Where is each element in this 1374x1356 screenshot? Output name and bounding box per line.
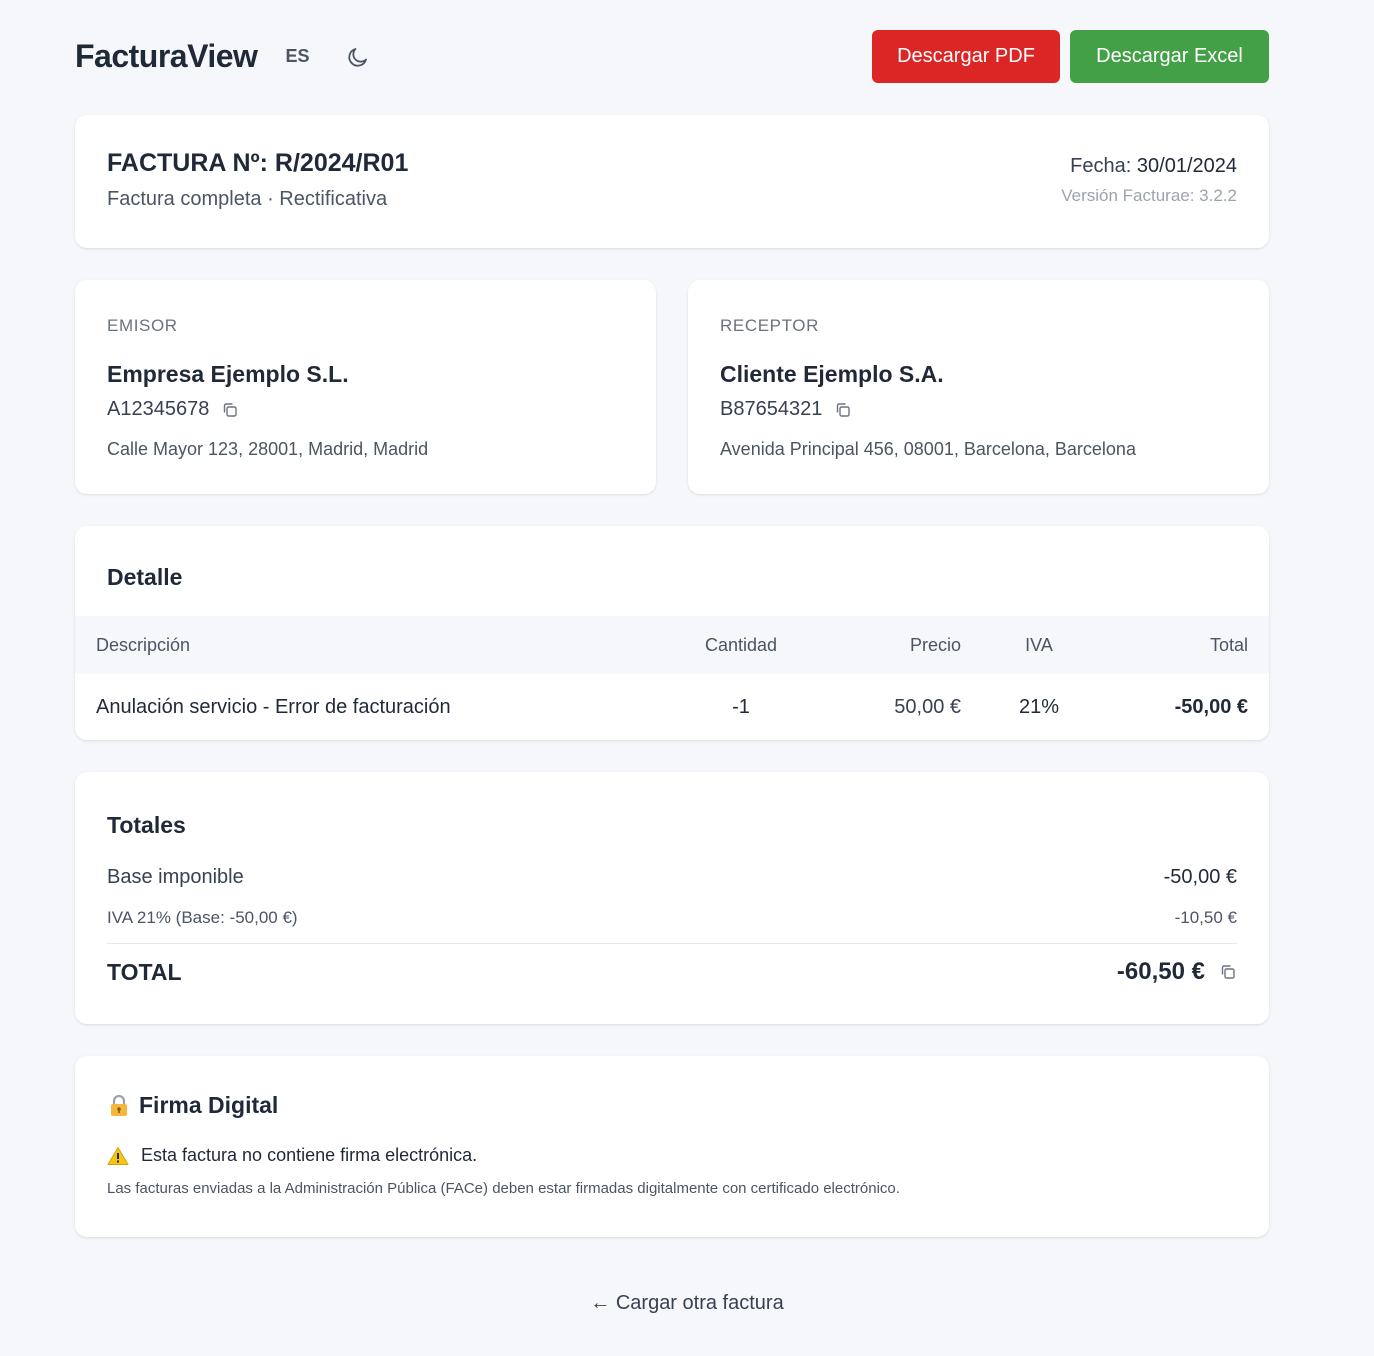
brand-area: FacturaView ES: [75, 38, 371, 75]
load-another-invoice-link[interactable]: ← Cargar otra factura: [0, 1292, 1374, 1315]
receptor-label: RECEPTOR: [720, 316, 819, 335]
download-pdf-button[interactable]: Descargar PDF: [872, 30, 1060, 83]
emisor-card: EMISOR Empresa Ejemplo S.L. A12345678 Ca…: [75, 280, 656, 494]
table-row: Anulación servicio - Error de facturació…: [75, 674, 1269, 740]
taxable-base-label: Base imponible: [107, 866, 244, 888]
lock-key-icon: [107, 1094, 131, 1118]
language-selector[interactable]: ES: [285, 46, 309, 67]
row-description: Anulación servicio - Error de facturació…: [96, 695, 451, 718]
invoice-number-value: R/2024/R01: [274, 149, 409, 177]
invoice-date-value: 30/01/2024: [1136, 155, 1237, 177]
totals-card: Totales Base imponible -50,00 € IVA 21% …: [75, 772, 1269, 1024]
signature-card: Firma Digital Esta factura no contiene f…: [75, 1056, 1269, 1237]
row-price: 50,00 €: [894, 695, 961, 718]
emisor-label: EMISOR: [107, 316, 178, 335]
detail-table-header: Descripción Cantidad Precio IVA Total: [75, 616, 1269, 674]
taxable-base-line: Base imponible -50,00 €: [107, 866, 1237, 889]
row-total: -50,00 €: [1174, 695, 1248, 718]
detail-card: Detalle Descripción Cantidad Precio IVA …: [75, 526, 1269, 740]
vat-label: IVA 21% (Base: -50,00 €): [107, 908, 298, 927]
receptor-name: Cliente Ejemplo S.A.: [720, 361, 944, 387]
warning-icon: [107, 1146, 129, 1166]
column-price: Precio: [909, 634, 961, 655]
grand-total-value: -60,50 €: [1116, 958, 1205, 985]
receptor-address: Avenida Principal 456, 08001, Barcelona,…: [720, 439, 1136, 459]
totals-divider: [107, 943, 1237, 944]
column-description: Descripción: [96, 634, 191, 655]
signature-warning-text: Esta factura no contiene firma electróni…: [141, 1145, 478, 1165]
download-actions: Descargar PDF Descargar Excel: [872, 30, 1269, 83]
totals-title: Totales: [107, 812, 186, 838]
column-quantity: Cantidad: [704, 634, 778, 655]
row-vat: 21%: [1018, 695, 1060, 718]
facturae-version: Versión Facturae: 3.2.2: [1061, 186, 1237, 205]
receptor-tax-id: B87654321: [720, 398, 1237, 421]
taxable-base-value: -50,00 €: [1163, 866, 1237, 888]
vat-value: -10,50 €: [1174, 908, 1237, 927]
copy-icon[interactable]: [221, 401, 239, 419]
app-title: FacturaView: [75, 38, 258, 74]
signature-note: Las facturas enviadas a la Administració…: [107, 1180, 900, 1197]
invoice-date: Fecha: 30/01/2024: [1061, 155, 1237, 178]
invoice-number-label: FACTURA Nº:: [107, 149, 268, 177]
invoice-meta: Fecha: 30/01/2024 Versión Facturae: 3.2.…: [1061, 155, 1237, 206]
emisor-tax-id-value: A12345678: [107, 398, 210, 420]
signature-title-text: Firma Digital: [139, 1092, 279, 1118]
grand-total-label: TOTAL: [107, 958, 182, 985]
copy-icon[interactable]: [1219, 963, 1237, 981]
column-vat: IVA: [1025, 634, 1053, 655]
moon-icon[interactable]: [345, 44, 371, 70]
grand-total-line: TOTAL -60,50 €: [107, 958, 1237, 986]
emisor-tax-id: A12345678: [107, 398, 624, 421]
vat-line: IVA 21% (Base: -50,00 €) -10,50 €: [107, 908, 1237, 928]
app-header: FacturaView ES Descargar PDF Descargar E…: [75, 30, 1269, 83]
emisor-address: Calle Mayor 123, 28001, Madrid, Madrid: [107, 439, 429, 459]
signature-warning: Esta factura no contiene firma electróni…: [107, 1145, 1237, 1166]
row-quantity: -1: [732, 695, 750, 718]
receptor-tax-id-value: B87654321: [720, 398, 823, 420]
invoice-viewer-page: FacturaView ES Descargar PDF Descargar E…: [0, 0, 1374, 1356]
copy-icon[interactable]: [834, 401, 852, 419]
invoice-header-card: FACTURA Nº: R/2024/R01 Factura completa …: [75, 115, 1269, 248]
detail-title: Detalle: [107, 564, 183, 590]
grand-total-amount: -60,50 €: [1117, 958, 1237, 986]
signature-title: Firma Digital: [107, 1092, 1237, 1119]
download-excel-button[interactable]: Descargar Excel: [1070, 30, 1269, 83]
column-total: Total: [1209, 634, 1248, 655]
invoice-date-label: Fecha:: [1070, 155, 1132, 177]
emisor-name: Empresa Ejemplo S.L.: [107, 361, 349, 387]
receptor-card: RECEPTOR Cliente Ejemplo S.A. B87654321 …: [688, 280, 1269, 494]
